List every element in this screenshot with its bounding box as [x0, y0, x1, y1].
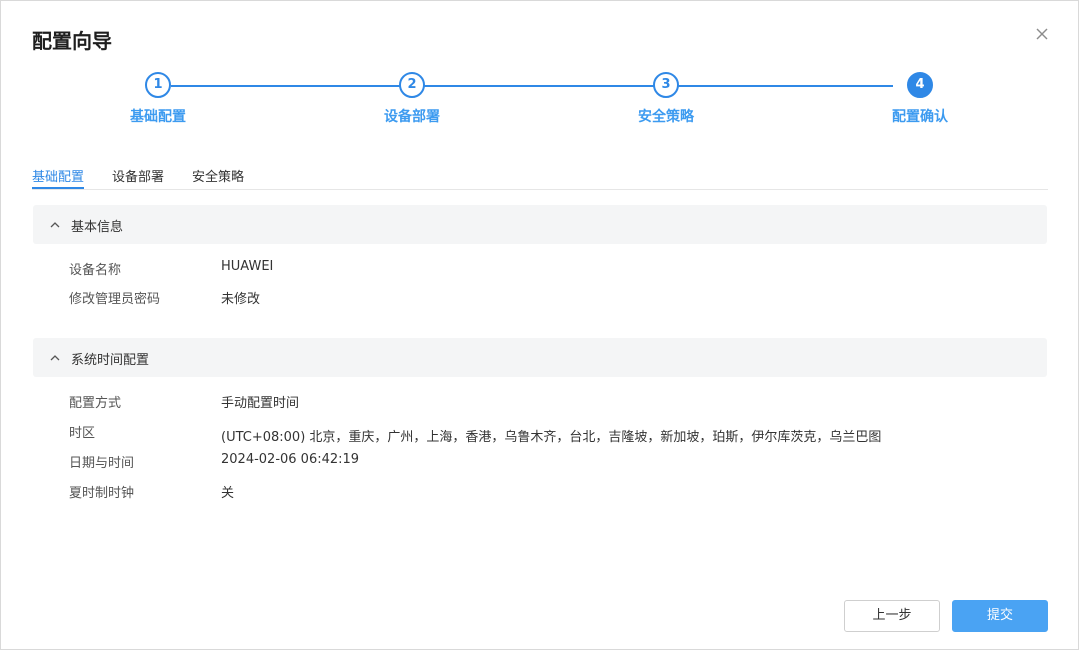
wizard-steps: 1 基础配置 2 设备部署 3 安全策略 4 配置确认: [1, 71, 1079, 141]
chevron-up-icon: [48, 217, 62, 231]
submit-button[interactable]: 提交: [952, 600, 1048, 632]
step-label: 设备部署: [384, 109, 440, 125]
step-number: 3: [653, 72, 679, 98]
dialog-title: 配置向导: [32, 29, 112, 53]
close-icon[interactable]: [1031, 23, 1053, 45]
row-key: 日期与时间: [69, 456, 135, 471]
step-label: 安全策略: [638, 109, 694, 125]
row-key: 夏时制时钟: [69, 486, 135, 501]
chevron-up-icon: [48, 350, 62, 364]
row-value: (UTC+08:00) 北京，重庆，广州，上海，香港，乌鲁木齐，台北，吉隆坡，新…: [221, 430, 882, 445]
row-key: 配置方式: [69, 396, 122, 411]
previous-step-button[interactable]: 上一步: [844, 600, 940, 632]
row-value: 未修改: [221, 292, 261, 307]
row-key: 时区: [69, 426, 96, 441]
section-system-time-header[interactable]: 系统时间配置: [33, 338, 1047, 377]
step-device-deploy: 2 设备部署: [332, 71, 492, 126]
step-basic-config: 1 基础配置: [78, 71, 238, 126]
row-key: 修改管理员密码: [69, 292, 161, 307]
section-title: 基本信息: [71, 220, 124, 235]
tab-security-policy[interactable]: 安全策略: [192, 166, 244, 189]
tab-device-deploy[interactable]: 设备部署: [112, 166, 164, 189]
section-title: 系统时间配置: [71, 353, 150, 368]
step-label: 配置确认: [892, 109, 948, 125]
row-value: 关: [221, 486, 235, 501]
step-label: 基础配置: [130, 109, 186, 125]
tab-basic-config[interactable]: 基础配置: [32, 166, 85, 189]
step-security-policy: 3 安全策略: [586, 71, 746, 126]
tab-bar: 基础配置 设备部署 安全策略: [32, 161, 1048, 190]
row-value: HUAWEI: [221, 259, 274, 274]
step-number: 4: [907, 72, 933, 98]
row-value: 2024-02-06 06:42:19: [221, 452, 360, 467]
section-basic-info-header[interactable]: 基本信息: [33, 205, 1047, 244]
row-value: 手动配置时间: [221, 396, 300, 411]
step-config-confirm: 4 配置确认: [840, 71, 1000, 126]
config-wizard-dialog: 配置向导 1 基础配置 2 设备部署 3 安全策略 4 配置确认 基础配置 设备…: [0, 0, 1079, 650]
step-number: 2: [399, 72, 425, 98]
step-number: 1: [145, 72, 171, 98]
step-progress-line: [171, 85, 893, 87]
row-key: 设备名称: [69, 263, 122, 278]
